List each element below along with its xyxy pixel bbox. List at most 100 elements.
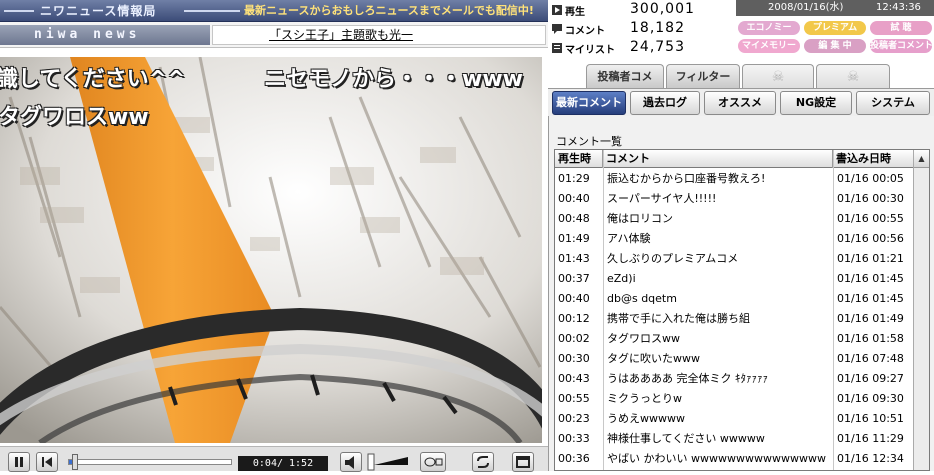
banner-divider — [184, 10, 240, 12]
comments-value: 18,182 — [630, 20, 685, 36]
banner-divider — [4, 10, 34, 12]
seek-bar[interactable] — [68, 454, 232, 470]
comment-text: うはああああ 完全体ミク ｷﾀｧｧｧｧ — [607, 372, 768, 385]
column-header-comment[interactable]: コメント — [603, 150, 833, 168]
comment-time: 01:49 — [558, 232, 590, 245]
comment-tab-bar: 最新コメント 過去ログ オススメ NG設定 システム — [548, 88, 934, 116]
comment-time: 01:29 — [558, 172, 590, 185]
comment-text: 振込むからから口座番号教えろ! — [607, 172, 766, 185]
volume-button[interactable] — [340, 452, 362, 472]
comment-text: 携帯で手に入れた俺は勝ち組 — [607, 312, 750, 325]
news-banner[interactable]: ニワニュース情報局 最新ニュースからおもしろニュースまでメールでも配信中! — [0, 0, 548, 22]
pause-button[interactable] — [8, 452, 30, 472]
tab-uploader-comments[interactable]: 投稿者コメ — [586, 64, 664, 88]
comment-bubble-icon — [424, 457, 443, 467]
volume-slider[interactable] — [366, 453, 410, 471]
comment-row[interactable]: 00:36 やばい かわいい wwwwwwwwwwwwwww 01/16 12:34 — [555, 449, 915, 469]
comment-list[interactable]: 再生時 コメント 書込み日時 01:29 振込むからから口座番号教えろ! 01/16… — [554, 149, 930, 471]
mylist-value: 24,753 — [630, 39, 685, 55]
comment-row[interactable]: 00:40 スーパーサイヤ人!!!!! 01/16 00:30 — [555, 189, 915, 209]
my-memory-pill[interactable]: マイメモリー — [738, 39, 800, 53]
ticker-headline[interactable]: 「スシ王子」主題歌も光一 — [269, 28, 413, 42]
comment-row[interactable]: 00:23 うめえwwwww 01/16 10:51 — [555, 409, 915, 429]
comment-time: 00:33 — [558, 432, 590, 445]
tab-filter[interactable]: フィルター — [666, 64, 740, 88]
preview-pill[interactable]: 試 聴 — [870, 21, 932, 35]
column-header-date[interactable]: 書込み日時 — [833, 150, 915, 168]
tab-system[interactable]: システム — [856, 91, 930, 115]
comment-time: 00:40 — [558, 292, 590, 305]
premium-pill[interactable]: プレミアム — [804, 21, 866, 35]
editing-pill[interactable]: 編 集 中 — [804, 39, 866, 53]
play-count-icon — [552, 5, 562, 15]
tab-recommended[interactable]: オススメ — [704, 91, 776, 115]
comment-date: 01/16 01:58 — [837, 332, 904, 345]
views-stat: 再生 300,001 — [548, 1, 736, 19]
time-text: 12:43:36 — [876, 2, 921, 13]
seek-handle[interactable] — [71, 454, 78, 470]
comment-date: 01/16 10:51 — [837, 412, 904, 425]
comment-time: 00:36 — [558, 452, 590, 465]
comment-date: 01/16 07:48 — [837, 352, 904, 365]
comment-time: 00:23 — [558, 412, 590, 425]
banner-title: ニワニュース情報局 — [40, 4, 157, 18]
comment-toggle-button[interactable] — [420, 452, 446, 472]
comment-row[interactable]: 00:33 神様仕事してください wwwww 01/16 11:29 — [555, 429, 915, 449]
skip-back-icon — [42, 457, 52, 467]
tab-latest-comments[interactable]: 最新コメント — [552, 91, 626, 115]
comment-row[interactable]: 00:30 タグに吹いたwww 01/16 07:48 — [555, 349, 915, 369]
volume-wedge-icon — [367, 453, 408, 471]
comment-date: 01/16 09:27 — [837, 372, 904, 385]
fullscreen-button[interactable] — [512, 452, 534, 472]
news-ticker: niwa news 「スシ王子」主題歌も光一 — [0, 22, 548, 48]
comment-text: 神様仕事してください wwwww — [607, 432, 765, 445]
repeat-button[interactable] — [472, 452, 494, 472]
rewind-button[interactable] — [36, 452, 58, 472]
comments-stat: コメント 18,182 — [548, 20, 736, 38]
scroll-up-arrow-icon[interactable]: ▲ — [914, 150, 929, 168]
comment-row[interactable]: 00:40 db@s dqetm 01/16 01:45 — [555, 289, 915, 309]
comment-text: eZd)i — [607, 272, 636, 285]
comment-row[interactable]: 00:48 俺はロリコン 01/16 00:55 — [555, 209, 915, 229]
comment-row[interactable]: 00:12 携帯で手に入れた俺は勝ち組 01/16 01:49 — [555, 309, 915, 329]
comment-row[interactable]: 00:55 ミクうっとりw 01/16 09:30 — [555, 389, 915, 409]
ticker-headline-link[interactable]: 「スシ王子」主題歌も光一 — [212, 25, 546, 45]
comment-list-scrollbar[interactable]: ▲ — [913, 150, 929, 470]
comment-date: 01/16 01:49 — [837, 312, 904, 325]
comment-row[interactable]: 01:29 振込むからから口座番号教えろ! 01/16 00:05 — [555, 169, 915, 189]
comment-date: 01/16 01:21 — [837, 252, 904, 265]
economy-pill[interactable]: エコノミー — [738, 21, 800, 35]
comment-time: 00:02 — [558, 332, 590, 345]
comment-text: タグに吹いたwww — [607, 352, 700, 365]
tab-ng-settings[interactable]: NG設定 — [780, 91, 852, 115]
comment-text: うめえwwwww — [607, 412, 685, 425]
video-player: ニワニュース情報局 最新ニュースからおもしろニュースまでメールでも配信中! ni… — [0, 0, 548, 472]
comment-list-header: 再生時 コメント 書込み日時 — [555, 150, 929, 168]
comment-row[interactable]: 00:02 タグワロスww 01/16 01:58 — [555, 329, 915, 349]
views-value: 300,001 — [630, 1, 695, 17]
comment-date: 01/16 12:34 — [837, 452, 904, 465]
comment-date: 01/16 11:29 — [837, 432, 904, 445]
column-header-time[interactable]: 再生時 — [555, 150, 603, 168]
comment-text: アハ体験 — [607, 232, 651, 245]
player-controls: 0:04/ 1:52 — [0, 446, 548, 472]
comment-time: 00:43 — [558, 372, 590, 385]
video-screen[interactable]: 識してください^^ ニセモノから・・・www タグワロスww — [0, 57, 542, 443]
comment-time: 00:37 — [558, 272, 590, 285]
time-display: 0:04/ 1:52 — [238, 456, 328, 471]
video-comment-overlay: 識してください^^ — [0, 67, 186, 92]
comment-time: 00:55 — [558, 392, 590, 405]
uploader-comment-pill[interactable]: 投稿者コメント — [870, 39, 932, 53]
comment-row[interactable]: 01:43 久しぶりのプレミアムコメ 01/16 01:21 — [555, 249, 915, 269]
comment-date: 01/16 01:45 — [837, 272, 904, 285]
comment-time: 00:30 — [558, 352, 590, 365]
ticker-logo: niwa news — [0, 25, 210, 45]
comment-count-icon — [552, 24, 562, 34]
date-text: 2008/01/16(水) — [768, 2, 844, 13]
comment-row[interactable]: 00:43 うはああああ 完全体ミク ｷﾀｧｧｧｧ 01/16 09:27 — [555, 369, 915, 389]
comment-row[interactable]: 00:37 eZd)i 01/16 01:45 — [555, 269, 915, 289]
speaker-icon — [345, 456, 354, 469]
comment-row[interactable]: 01:49 アハ体験 01/16 00:56 — [555, 229, 915, 249]
comment-text: 俺はロリコン — [607, 212, 673, 225]
tab-past-logs[interactable]: 過去ログ — [630, 91, 700, 115]
